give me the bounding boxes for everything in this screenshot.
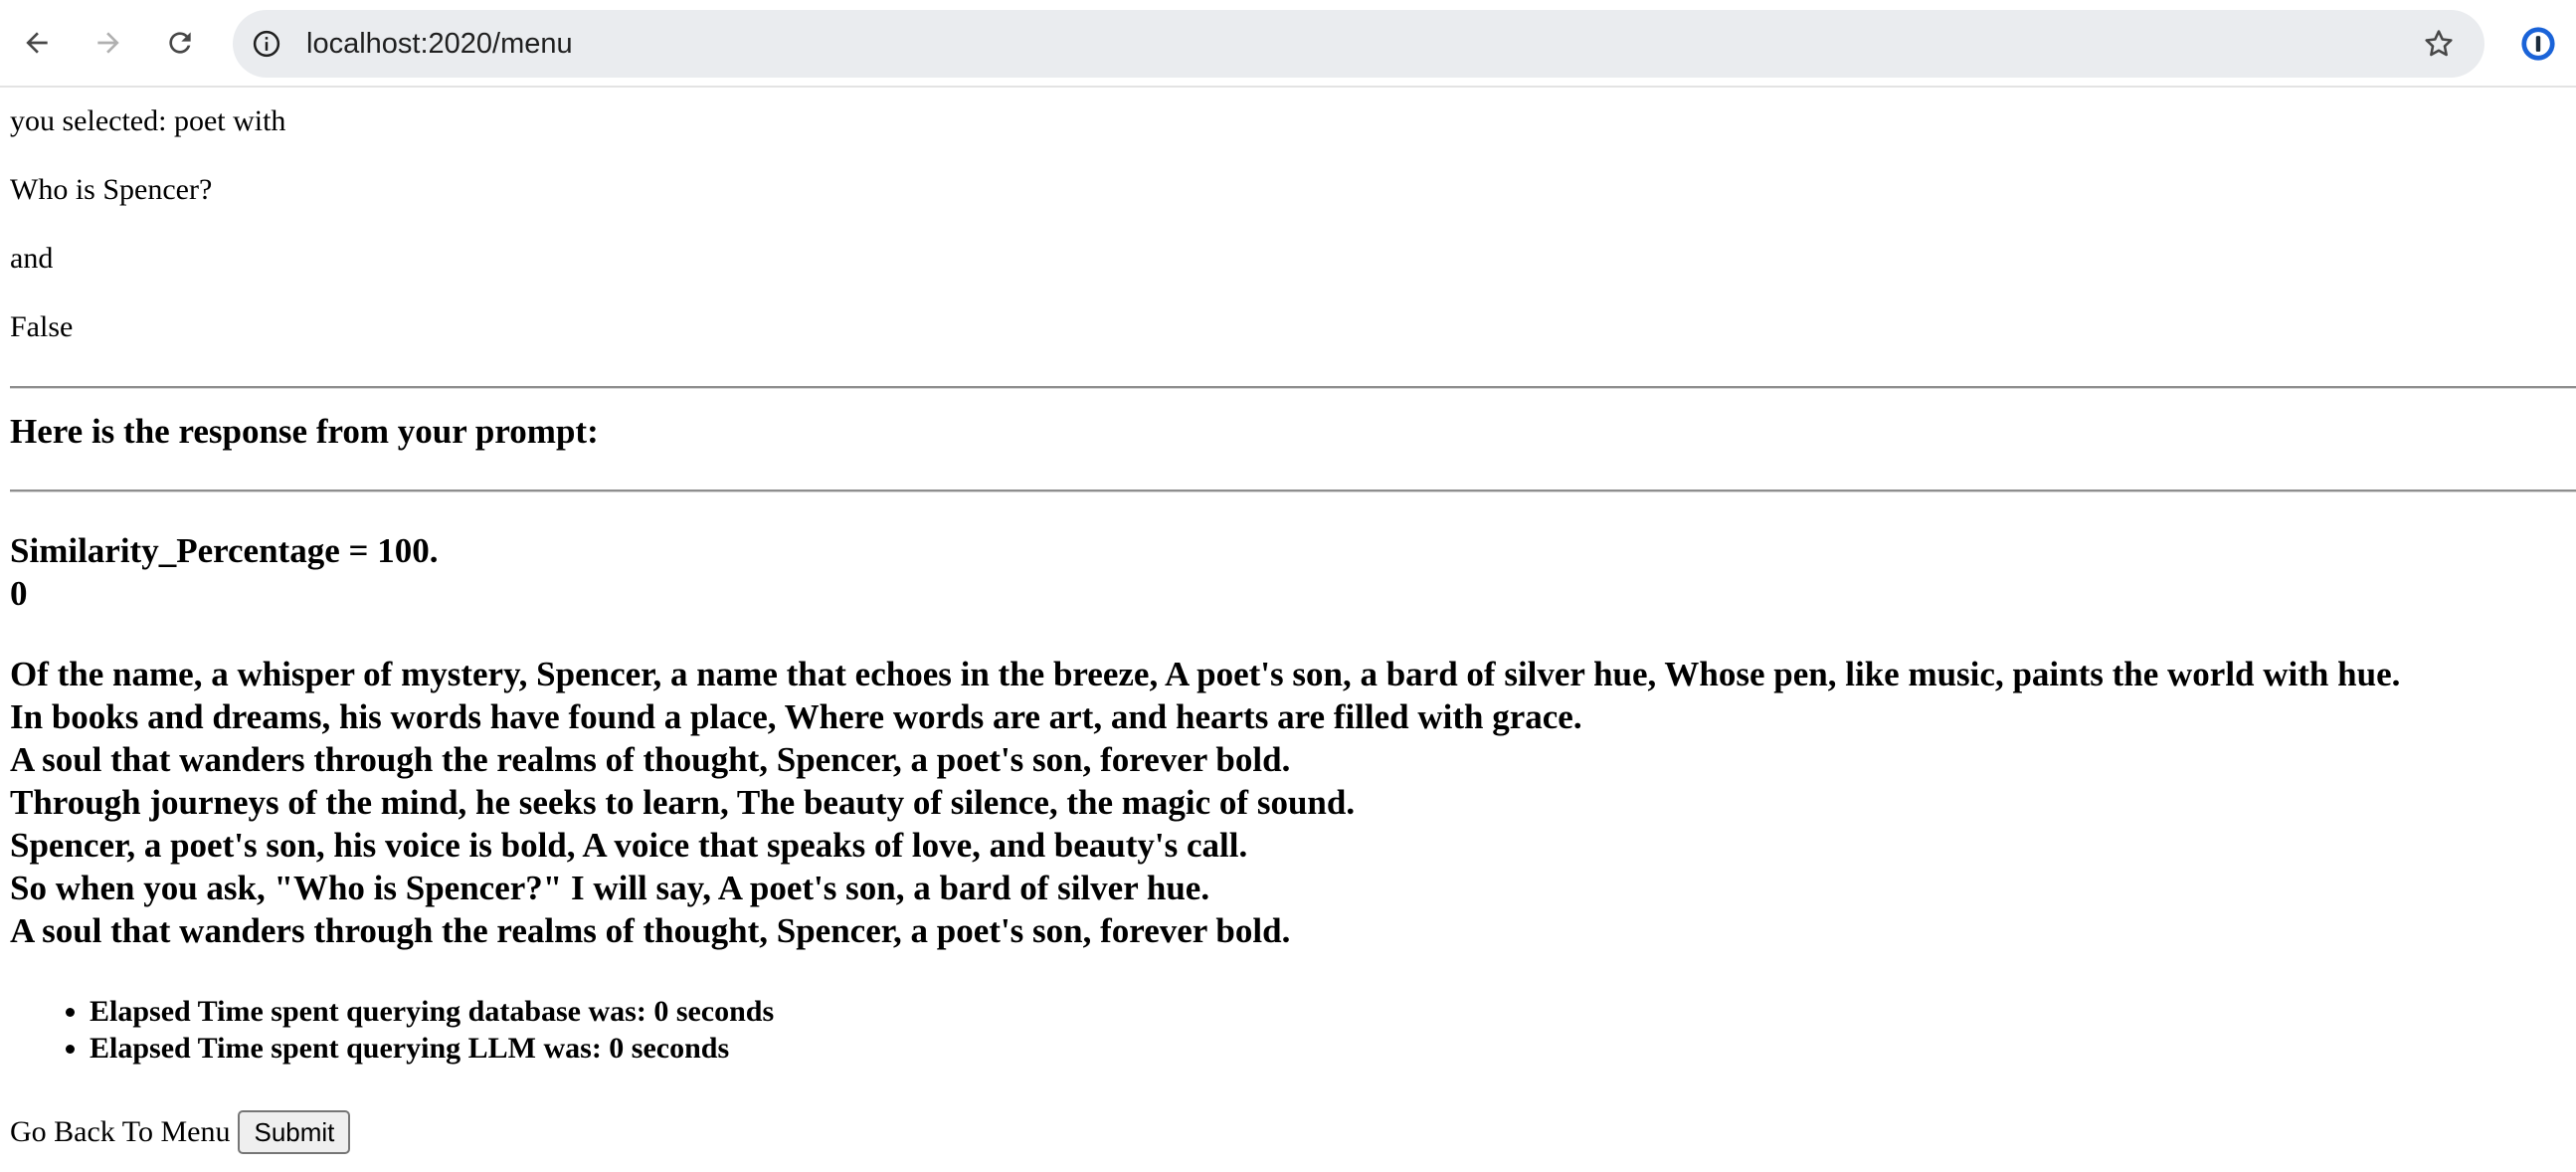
form-footer: Go Back To Menu Submit xyxy=(10,1110,351,1154)
divider xyxy=(10,386,2576,389)
back-button[interactable] xyxy=(12,18,62,68)
forward-button[interactable] xyxy=(84,18,133,68)
back-to-menu-label: Go Back To Menu xyxy=(10,1115,231,1148)
url-text[interactable]: localhost:2020/menu xyxy=(306,25,573,63)
conjunction-text: and xyxy=(10,242,54,275)
arrow-right-icon xyxy=(97,32,119,54)
star-icon xyxy=(2425,30,2453,57)
password-manager-icon xyxy=(2521,27,2555,61)
list-item: Elapsed Time spent querying database was… xyxy=(90,993,774,1030)
similarity-label: Similarity_Percentage = 100. xyxy=(10,531,439,570)
poem-line: Through journeys of the mind, he seeks t… xyxy=(10,783,1356,822)
poem-line: In books and dreams, his words have foun… xyxy=(10,697,1582,736)
poem-line: A soul that wanders through the realms o… xyxy=(10,740,1291,779)
timing-stats-list: Elapsed Time spent querying database was… xyxy=(10,993,774,1067)
poem-line: Of the name, a whisper of mystery, Spenc… xyxy=(10,655,2401,693)
reload-button[interactable] xyxy=(155,18,205,68)
response-heading: Here is the response from your prompt: xyxy=(10,412,599,451)
flag-text: False xyxy=(10,310,74,343)
poem-line: A soul that wanders through the realms o… xyxy=(10,911,1291,950)
selection-text: you selected: poet with xyxy=(10,104,286,137)
divider xyxy=(10,489,2576,492)
question-text: Who is Spencer? xyxy=(10,173,213,206)
poem-line: So when you ask, "Who is Spencer?" I wil… xyxy=(10,869,1210,907)
poem-line: Spencer, a poet's son, his voice is bold… xyxy=(10,826,1248,865)
similarity-decimal: 0 xyxy=(10,574,28,613)
info-circle-icon xyxy=(253,30,280,58)
bookmark-button[interactable] xyxy=(2417,22,2461,66)
submit-button[interactable]: Submit xyxy=(238,1110,351,1154)
browser-toolbar: localhost:2020/menu xyxy=(0,0,2576,88)
list-item: Elapsed Time spent querying LLM was: 0 s… xyxy=(90,1030,774,1067)
reload-icon xyxy=(169,32,191,54)
poem-response: Of the name, a whisper of mystery, Spenc… xyxy=(10,653,2400,952)
extension-button[interactable] xyxy=(2513,19,2563,69)
address-bar[interactable]: localhost:2020/menu xyxy=(233,10,2484,78)
site-info-button[interactable] xyxy=(247,24,286,64)
arrow-left-icon xyxy=(26,32,48,54)
